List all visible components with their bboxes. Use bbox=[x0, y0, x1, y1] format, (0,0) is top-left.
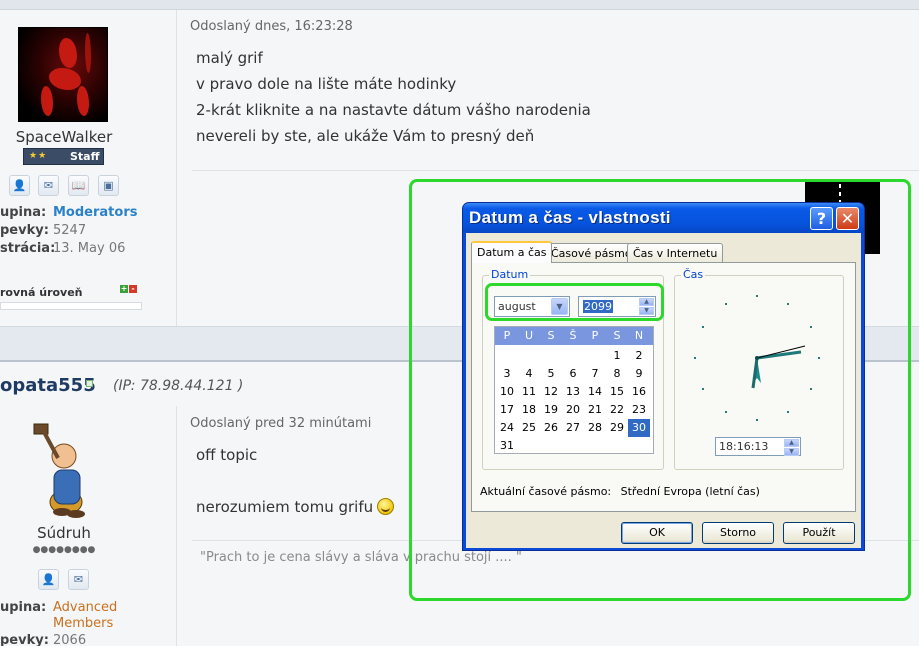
avatar-opata555[interactable] bbox=[26, 420, 100, 520]
post-2-line-1: off topic bbox=[196, 446, 258, 464]
rank-pips: ●●●●●●●● bbox=[32, 545, 96, 555]
post-2-line-2: nerozumiem tomu grifu bbox=[196, 498, 395, 516]
post-1-divider bbox=[176, 10, 177, 326]
rank-stars: ★★ bbox=[29, 151, 48, 161]
post-1-line-1: malý grif bbox=[196, 49, 263, 67]
username[interactable]: SpaceWalker bbox=[0, 128, 128, 146]
avatar-spacewalker[interactable] bbox=[18, 27, 108, 122]
post-1-line-4: nevereli by ste, ale ukáže Vám to presný… bbox=[196, 127, 535, 145]
post-2-group-row: upina: Advanced Members bbox=[0, 600, 176, 634]
offline-status-icon bbox=[86, 380, 93, 387]
post-2-username[interactable]: opata555 bbox=[0, 375, 96, 396]
group-link[interactable]: Advanced Members bbox=[53, 600, 133, 632]
posts-row: pevky: 5247 bbox=[0, 223, 87, 238]
post-1-line-2: v pravo dole na lište máte hodinky bbox=[196, 75, 457, 93]
post-2-divider bbox=[176, 406, 177, 646]
profile-icon[interactable]: 👤 bbox=[38, 569, 59, 590]
message-icon[interactable]: ✉ bbox=[68, 569, 89, 590]
reputation-label: rovná úroveň bbox=[0, 286, 83, 299]
tab-date-time[interactable]: Datum a čas bbox=[471, 241, 553, 263]
post-2-ip: (IP: 78.98.44.121 ) bbox=[113, 378, 244, 394]
top-strip bbox=[0, 0, 919, 10]
post-1-sig-divider bbox=[192, 170, 919, 171]
reputation-bar bbox=[0, 302, 142, 310]
profile-icon[interactable]: 👤 bbox=[9, 175, 30, 196]
image-icon[interactable]: ▣ bbox=[98, 175, 119, 196]
rank-badge: ★★ Staff bbox=[23, 148, 104, 165]
rank-label: Staff bbox=[70, 150, 100, 163]
message-icon[interactable]: ✉ bbox=[38, 175, 59, 196]
post-2-title: Súdruh bbox=[37, 524, 91, 542]
group-link[interactable]: Moderators bbox=[53, 205, 137, 220]
post-2-timestamp: Odoslaný pred 32 minútami bbox=[190, 416, 372, 431]
post-1-line-3: 2-krát kliknite a na nastavte dátum vášh… bbox=[196, 101, 591, 119]
smiley-icon bbox=[377, 498, 395, 515]
rep-plus-icon[interactable]: + bbox=[120, 285, 128, 293]
book-icon[interactable]: 📖 bbox=[68, 175, 89, 196]
reputation-buttons: + - bbox=[120, 284, 138, 293]
post-1-timestamp: Odoslaný dnes, 16:23:28 bbox=[190, 19, 353, 34]
group-row: upina: Moderators bbox=[0, 205, 138, 220]
registration-row: strácia: 13. May 06 bbox=[0, 241, 126, 256]
rep-minus-icon[interactable]: - bbox=[129, 285, 137, 293]
post-2-posts-row: pevky: 2066 bbox=[0, 633, 87, 646]
